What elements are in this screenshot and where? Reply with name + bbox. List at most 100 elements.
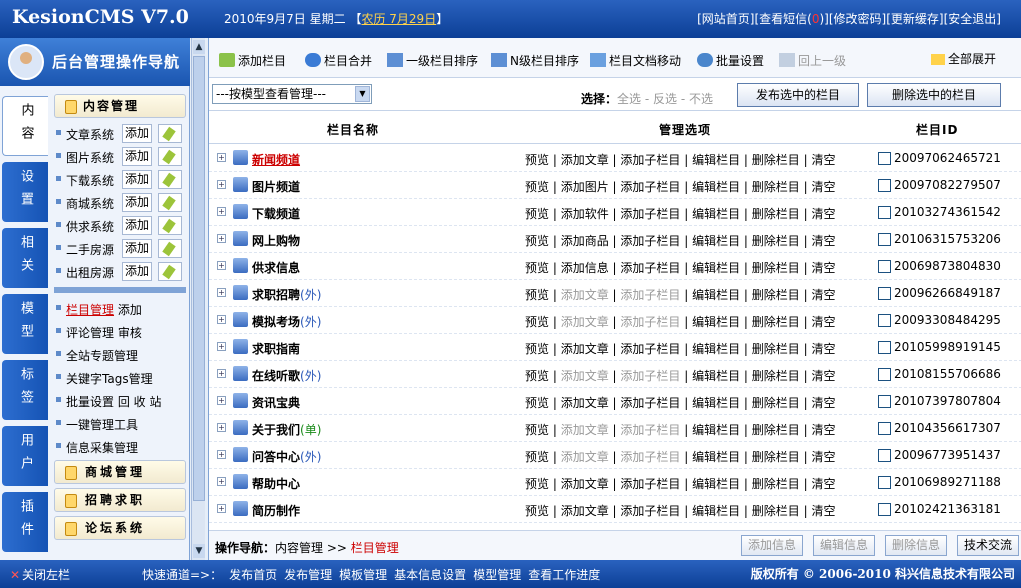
- add-content-link[interactable]: 添加文章: [561, 288, 609, 302]
- scroll-up-icon[interactable]: ▲: [193, 40, 205, 54]
- invert-select-link[interactable]: 反选: [653, 92, 677, 106]
- tab-plugins[interactable]: 插件: [2, 492, 48, 552]
- expand-icon[interactable]: +: [217, 315, 226, 324]
- column-name[interactable]: 图片频道: [252, 178, 300, 195]
- preview-link[interactable]: 预览: [525, 369, 549, 383]
- delete-column-link[interactable]: 删除栏目: [752, 315, 800, 329]
- add-content-link[interactable]: 添加软件: [561, 207, 609, 221]
- preview-link[interactable]: 预览: [525, 234, 549, 248]
- expand-icon[interactable]: +: [217, 369, 226, 378]
- clear-column-link[interactable]: 清空: [811, 450, 835, 464]
- column-name[interactable]: 问答中心(外): [252, 448, 321, 465]
- add-content-link[interactable]: 添加文章: [561, 396, 609, 410]
- clear-column-link[interactable]: 清空: [811, 261, 835, 275]
- collapse-divider[interactable]: [54, 287, 186, 293]
- select-all-link[interactable]: 全选: [617, 92, 641, 106]
- preview-link[interactable]: 预览: [525, 477, 549, 491]
- row-checkbox[interactable]: [878, 260, 891, 273]
- clear-column-link[interactable]: 清空: [811, 369, 835, 383]
- column-name[interactable]: 新闻频道: [252, 151, 300, 168]
- preview-link[interactable]: 预览: [525, 423, 549, 437]
- preview-link[interactable]: 预览: [525, 153, 549, 167]
- column-name[interactable]: 网上购物: [252, 232, 300, 249]
- expand-icon[interactable]: +: [217, 288, 226, 297]
- sort-nlevel-button[interactable]: N级栏目排序: [491, 52, 579, 69]
- delete-column-link[interactable]: 删除栏目: [752, 369, 800, 383]
- clear-column-link[interactable]: 清空: [811, 207, 835, 221]
- row-checkbox[interactable]: [878, 179, 891, 192]
- add-subcolumn-link[interactable]: 添加子栏目: [620, 450, 680, 464]
- expand-icon[interactable]: +: [217, 423, 226, 432]
- edit-column-link[interactable]: 编辑栏目: [692, 261, 740, 275]
- add-button[interactable]: 添加: [122, 216, 152, 235]
- edit-pencil-icon[interactable]: [158, 239, 182, 258]
- clear-column-link[interactable]: 清空: [811, 288, 835, 302]
- row-checkbox[interactable]: [878, 314, 891, 327]
- edit-column-link[interactable]: 编辑栏目: [692, 423, 740, 437]
- add-subcolumn-link[interactable]: 添加子栏目: [620, 504, 680, 518]
- quick-publish-management[interactable]: 发布管理: [284, 568, 332, 582]
- publish-selected-button[interactable]: 发布选中的栏目: [737, 83, 859, 107]
- edit-pencil-icon[interactable]: [158, 193, 182, 212]
- edit-pencil-icon[interactable]: [158, 170, 182, 189]
- column-name[interactable]: 帮助中心: [252, 475, 300, 492]
- batch-settings-button[interactable]: 批量设置: [697, 52, 764, 69]
- edit-column-link[interactable]: 编辑栏目: [692, 207, 740, 221]
- section-content-management[interactable]: 内容管理: [54, 94, 186, 118]
- link-collection-management[interactable]: 信息采集管理: [52, 435, 188, 458]
- close-left-pane-button[interactable]: ✕ 关闭左栏: [10, 566, 70, 583]
- column-name[interactable]: 资讯宝典: [252, 394, 300, 411]
- add-content-link[interactable]: 添加文章: [561, 342, 609, 356]
- expand-icon[interactable]: +: [217, 450, 226, 459]
- tab-settings[interactable]: 设置: [2, 162, 48, 222]
- delete-column-link[interactable]: 删除栏目: [752, 261, 800, 275]
- add-content-link[interactable]: 添加图片: [561, 180, 609, 194]
- left-scrollbar[interactable]: ▲ ▼: [191, 38, 205, 560]
- delete-selected-button[interactable]: 删除选中的栏目: [867, 83, 1001, 107]
- edit-column-link[interactable]: 编辑栏目: [692, 315, 740, 329]
- add-content-link[interactable]: 添加文章: [561, 423, 609, 437]
- delete-column-link[interactable]: 删除栏目: [752, 396, 800, 410]
- tech-exchange-button[interactable]: 技术交流: [957, 535, 1019, 556]
- add-button[interactable]: 添加: [122, 124, 152, 143]
- add-content-link[interactable]: 添加文章: [561, 315, 609, 329]
- column-name[interactable]: 求职招聘(外): [252, 286, 321, 303]
- edit-column-link[interactable]: 编辑栏目: [692, 450, 740, 464]
- row-checkbox[interactable]: [878, 233, 891, 246]
- sort-level1-button[interactable]: 一级栏目排序: [387, 52, 478, 69]
- delete-column-link[interactable]: 删除栏目: [752, 342, 800, 356]
- column-name[interactable]: 下载频道: [252, 205, 300, 222]
- change-password-link[interactable]: [修改密码]: [829, 12, 886, 26]
- delete-column-link[interactable]: 删除栏目: [752, 477, 800, 491]
- quick-work-progress[interactable]: 查看工作进度: [528, 568, 600, 582]
- preview-link[interactable]: 预览: [525, 288, 549, 302]
- link-column-management[interactable]: 栏目管理 添加: [52, 297, 188, 320]
- add-content-link[interactable]: 添加文章: [561, 450, 609, 464]
- quick-publish-home[interactable]: 发布首页: [229, 568, 277, 582]
- clear-column-link[interactable]: 清空: [811, 504, 835, 518]
- add-subcolumn-link[interactable]: 添加子栏目: [620, 342, 680, 356]
- site-home-link[interactable]: [网站首页]: [697, 12, 754, 26]
- row-checkbox[interactable]: [878, 368, 891, 381]
- preview-link[interactable]: 预览: [525, 450, 549, 464]
- model-filter-select[interactable]: ---按模型查看管理--- ▼: [212, 84, 372, 104]
- add-subcolumn-link[interactable]: 添加子栏目: [620, 288, 680, 302]
- messages-link[interactable]: [查看短信(: [754, 12, 811, 26]
- expand-icon[interactable]: +: [217, 342, 226, 351]
- edit-pencil-icon[interactable]: [158, 216, 182, 235]
- link-comment-management[interactable]: 评论管理 审核: [52, 320, 188, 343]
- expand-icon[interactable]: +: [217, 207, 226, 216]
- refresh-cache-link[interactable]: [更新缓存]: [886, 12, 943, 26]
- edit-column-link[interactable]: 编辑栏目: [692, 369, 740, 383]
- row-checkbox[interactable]: [878, 476, 891, 489]
- column-name[interactable]: 求职指南: [252, 340, 300, 357]
- delete-column-link[interactable]: 删除栏目: [752, 180, 800, 194]
- delete-column-link[interactable]: 删除栏目: [752, 234, 800, 248]
- section-forum[interactable]: 论坛系统: [54, 516, 186, 540]
- preview-link[interactable]: 预览: [525, 396, 549, 410]
- tab-related[interactable]: 相关: [2, 228, 48, 288]
- add-subcolumn-link[interactable]: 添加子栏目: [620, 180, 680, 194]
- add-subcolumn-link[interactable]: 添加子栏目: [620, 423, 680, 437]
- row-checkbox[interactable]: [878, 341, 891, 354]
- clear-column-link[interactable]: 清空: [811, 396, 835, 410]
